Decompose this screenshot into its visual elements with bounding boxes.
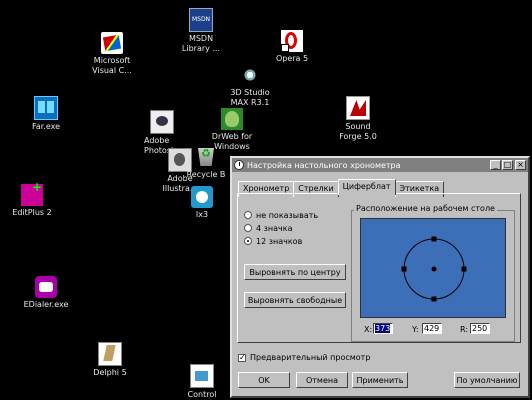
align-center-button[interactable]: Выровнять по центру — [244, 264, 346, 280]
desktop-icon-label: EDialer.exe — [23, 300, 69, 309]
desktop-icon-label: Control — [187, 390, 217, 399]
desktop-icon-editplus[interactable]: EditPlus 2 — [0, 182, 70, 218]
preview-checkbox[interactable]: ✓ — [238, 353, 246, 362]
desktop-icon-recycle-bin[interactable]: Recycle B — [178, 146, 234, 180]
radio-button[interactable] — [244, 224, 252, 232]
radio-4-marks[interactable]: 4 значка — [244, 223, 318, 233]
desktop-icon-msdn[interactable]: MSDN Library ... — [163, 8, 239, 54]
preview-label: Предварительный просмотр — [250, 353, 371, 362]
delphi-icon — [98, 342, 122, 366]
desktop-icon-visual-c[interactable]: Microsoft Visual C... — [74, 32, 150, 76]
desktop-icon-label: EditPlus 2 — [12, 208, 52, 217]
desktop-icon-label: MSDN Library ... — [181, 34, 221, 53]
dial-center-handle — [431, 266, 437, 272]
radio-label: 4 значка — [256, 223, 293, 233]
y-label: Y: — [412, 325, 419, 334]
3d-studio-max-icon — [239, 64, 261, 86]
msdn-library-icon — [189, 8, 213, 32]
desktop-icon-ix3[interactable]: Ix3 — [164, 186, 240, 220]
desktop-icon-label: Recycle B — [186, 170, 226, 179]
position-group-label: Расположение на рабочем столе — [354, 204, 497, 213]
radio-label: не показывать — [256, 210, 319, 220]
recycle-bin-icon — [195, 146, 217, 168]
ix3-icon — [191, 186, 213, 208]
maximize-button[interactable]: □ — [502, 160, 513, 170]
photoshop-icon — [150, 110, 174, 134]
dial-handle-bottom — [431, 296, 437, 302]
desktop-icon-delphi[interactable]: Delphi 5 — [72, 342, 148, 378]
apply-button[interactable]: Применить — [352, 372, 408, 388]
desktop-icon-opera[interactable]: Opera 5 — [254, 30, 330, 64]
desktop-icon-label: Ix3 — [195, 210, 209, 219]
desktop-icon-far[interactable]: Far.exe — [8, 96, 84, 132]
x-field[interactable]: 373 — [373, 323, 393, 334]
opera-icon — [281, 30, 303, 52]
drweb-icon — [221, 108, 243, 130]
desktop-icon-control[interactable]: Control — [164, 364, 240, 400]
far-manager-icon — [34, 96, 58, 120]
radio-button-selected[interactable] — [244, 237, 252, 245]
preview-checkbox-row[interactable]: ✓ Предварительный просмотр — [238, 353, 370, 362]
window-title: Настройка настольного хронометра — [247, 160, 401, 170]
dial-preview — [401, 236, 467, 302]
desktop-icon-edialer[interactable]: EDialer.exe — [8, 276, 84, 310]
marks-radio-group: не показывать 4 значка 12 значков — [244, 210, 318, 249]
radio-12-marks[interactable]: 12 значков — [244, 236, 318, 246]
editplus-icon — [21, 182, 43, 206]
desktop-icon-label: Microsoft Visual C... — [92, 56, 132, 75]
r-label: R: — [460, 325, 469, 334]
desktop-icon-label: Far.exe — [31, 122, 61, 131]
dial-handle-top — [431, 236, 437, 242]
desktop-icon-label: 3D Studio MAX R3.1 — [230, 88, 270, 107]
settings-dialog: Настройка настольного хронометра _ □ × Х… — [230, 156, 530, 398]
cancel-button[interactable]: Отмена — [296, 372, 348, 388]
radio-button[interactable] — [244, 211, 252, 219]
dial-handle-right — [461, 266, 467, 272]
x-value: 373 — [375, 324, 391, 333]
clock-icon — [234, 160, 244, 170]
desktop-icon-sound-forge[interactable]: Sound Forge 5.0 — [320, 96, 396, 142]
y-field[interactable]: 429 — [422, 323, 442, 334]
edialer-icon — [35, 276, 57, 298]
control-panel-icon — [190, 364, 214, 388]
radio-none[interactable]: не показывать — [244, 210, 318, 220]
title-bar[interactable]: Настройка настольного хронометра _ □ × — [232, 158, 528, 172]
desktop-icon-3dsmax[interactable]: 3D Studio MAX R3.1 — [212, 64, 288, 108]
x-label: X: — [364, 325, 373, 334]
close-button[interactable]: × — [515, 160, 526, 170]
radio-label: 12 значков — [256, 236, 303, 246]
minimize-button[interactable]: _ — [490, 160, 501, 170]
dial-handle-left — [401, 266, 407, 272]
ok-button[interactable]: OK — [238, 372, 290, 388]
r-field[interactable]: 250 — [470, 323, 490, 334]
visual-c-icon — [101, 32, 123, 54]
desktop-icon-label: Delphi 5 — [93, 368, 127, 377]
defaults-button[interactable]: По умолчанию — [454, 372, 520, 388]
align-free-button[interactable]: Выровнять свободные — [244, 292, 346, 308]
tab-dial[interactable]: Циферблат — [337, 179, 396, 195]
desktop-icon-label: Opera 5 — [275, 54, 309, 63]
sound-forge-icon — [346, 96, 370, 120]
desktop-preview[interactable] — [360, 218, 506, 318]
desktop-icon-label: Sound Forge 5.0 — [339, 122, 377, 141]
